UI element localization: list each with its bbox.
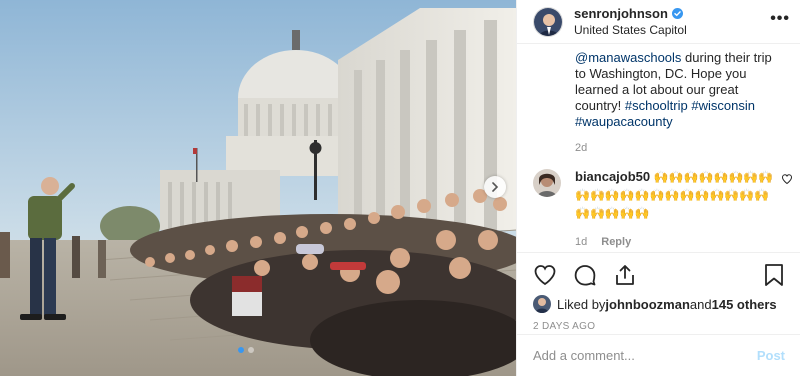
post-header: senronjohnson United States Capitol ••• bbox=[517, 0, 800, 44]
capitol-scene-image bbox=[0, 0, 516, 376]
post-sidebar: senronjohnson United States Capitol ••• … bbox=[516, 0, 800, 376]
carousel-dot-active bbox=[238, 347, 244, 353]
heart-icon bbox=[781, 174, 793, 185]
liker-avatar[interactable] bbox=[533, 295, 551, 313]
caption-mention-link[interactable]: @manawaschools bbox=[575, 50, 681, 65]
post-actions: Liked by johnboozman and 145 others 2 DA… bbox=[517, 252, 800, 332]
share-icon bbox=[616, 265, 634, 285]
hashtag-link[interactable]: #waupacacounty bbox=[575, 114, 673, 129]
carousel-next-button[interactable] bbox=[484, 176, 506, 198]
comment-input[interactable] bbox=[533, 348, 757, 363]
comment-button[interactable] bbox=[573, 263, 597, 287]
likes-middle: and bbox=[689, 296, 712, 312]
share-button[interactable] bbox=[613, 263, 637, 287]
post-date[interactable]: 2 DAYS AGO bbox=[533, 321, 785, 332]
liker-username[interactable]: johnboozman bbox=[605, 297, 690, 312]
reply-button[interactable]: Reply bbox=[601, 234, 631, 251]
hashtag-link[interactable]: #schooltrip bbox=[625, 98, 688, 113]
post-location[interactable]: United States Capitol bbox=[574, 22, 770, 38]
likes-others-link[interactable]: 145 others bbox=[712, 297, 777, 312]
comment-item: biancajob50 🙌🙌🙌🙌🙌🙌🙌🙌🙌🙌🙌🙌🙌🙌🙌🙌🙌🙌🙌🙌🙌🙌🙌🙌🙌🙌 1… bbox=[533, 168, 793, 251]
verified-badge-icon bbox=[671, 8, 683, 19]
comments-section[interactable]: @manawaschools during their trip to Wash… bbox=[517, 44, 800, 252]
likes-summary: Liked by johnboozman and 145 others bbox=[533, 295, 785, 313]
post-photo[interactable] bbox=[0, 0, 516, 376]
more-options-button[interactable]: ••• bbox=[770, 10, 790, 34]
hashtag-link[interactable]: #wisconsin bbox=[691, 98, 755, 113]
author-username-text[interactable]: senronjohnson bbox=[574, 6, 668, 22]
add-comment-bar: Post bbox=[517, 334, 800, 376]
heart-icon bbox=[534, 265, 556, 286]
bookmark-icon bbox=[765, 264, 783, 286]
comment-icon bbox=[574, 265, 596, 286]
like-button[interactable] bbox=[533, 263, 557, 287]
post-caption: @manawaschools during their trip to Wash… bbox=[533, 50, 785, 130]
comment-like-button[interactable] bbox=[781, 172, 793, 190]
author-username[interactable]: senronjohnson bbox=[574, 6, 683, 22]
commenter-username[interactable]: biancajob50 bbox=[575, 169, 650, 184]
carousel-indicator bbox=[238, 347, 254, 353]
likes-prefix: Liked by bbox=[557, 296, 606, 312]
chevron-right-icon bbox=[492, 182, 499, 192]
post-comment-button[interactable]: Post bbox=[757, 348, 785, 363]
caption-timestamp[interactable]: 2d bbox=[533, 142, 785, 154]
save-button[interactable] bbox=[763, 263, 785, 287]
comment-timestamp[interactable]: 1d bbox=[575, 234, 587, 251]
carousel-dot bbox=[248, 347, 254, 353]
commenter-avatar[interactable] bbox=[533, 169, 561, 197]
author-avatar[interactable] bbox=[533, 6, 563, 37]
